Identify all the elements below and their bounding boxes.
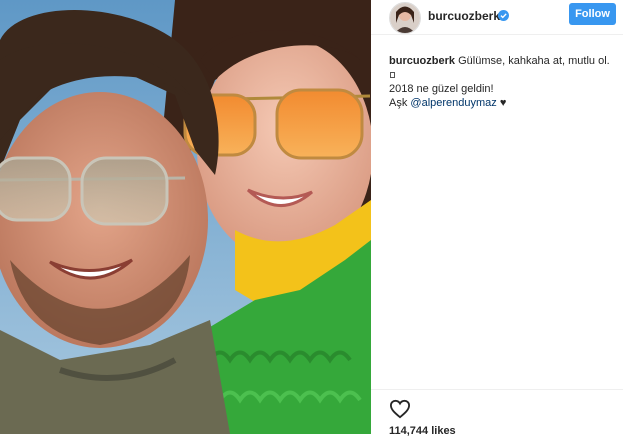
avatar[interactable] bbox=[389, 2, 421, 34]
post-caption: burcuozberk Gülümse, kahkaha at, mutlu o… bbox=[389, 54, 614, 110]
caption-username[interactable]: burcuozberk bbox=[389, 55, 455, 67]
post-username[interactable]: burcuozberk bbox=[428, 9, 500, 23]
verified-badge-icon bbox=[498, 10, 509, 21]
selfie-image bbox=[0, 0, 371, 434]
heart-icon[interactable] bbox=[389, 399, 411, 419]
caption-heart-symbol: ♥ bbox=[499, 97, 507, 109]
glyph-icon bbox=[390, 72, 395, 79]
post-photo[interactable] bbox=[0, 0, 371, 434]
post-actions: 114,744 likes bbox=[371, 389, 623, 437]
follow-button[interactable]: Follow bbox=[569, 3, 616, 25]
caption-text-line3: 2018 ne güzel geldin! bbox=[389, 83, 494, 95]
caption-mention-link[interactable]: @alperenduymaz bbox=[410, 97, 496, 109]
post-header: burcuozberk Follow bbox=[371, 0, 623, 35]
caption-text-line4-prefix: Aşk bbox=[389, 97, 411, 109]
caption-text-line1: Gülümse, kahkaha at, mutlu ol. bbox=[458, 55, 610, 67]
likes-count[interactable]: 114,744 likes bbox=[389, 425, 456, 437]
post-sidebar: burcuozberk Follow burcuozberk Gülümse, … bbox=[371, 0, 623, 437]
instagram-post: burcuozberk Follow burcuozberk Gülümse, … bbox=[0, 0, 623, 437]
